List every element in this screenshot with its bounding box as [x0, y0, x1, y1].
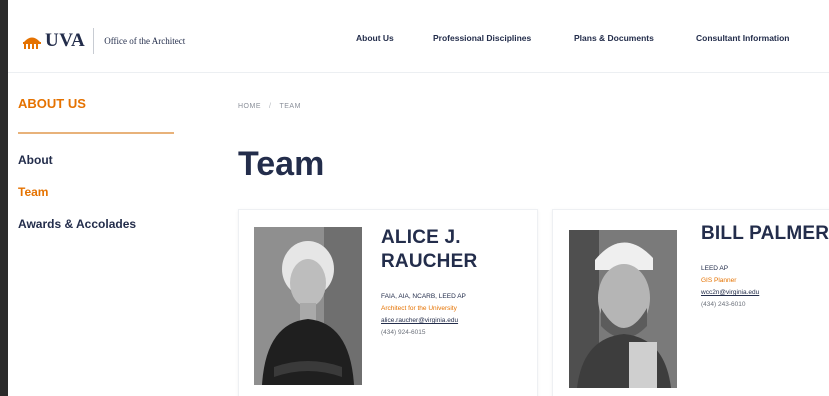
sidebar-item-team[interactable]: Team — [18, 185, 48, 199]
nav-professional-disciplines[interactable]: Professional Disciplines — [433, 33, 531, 43]
browser-viewport: UVA Office of the Architect About Us Pro… — [8, 0, 829, 396]
breadcrumb-separator: / — [269, 103, 272, 110]
sidebar-item-about[interactable]: About — [18, 153, 53, 167]
sidebar-title: ABOUT US — [18, 96, 86, 111]
nav-plans-documents[interactable]: Plans & Documents — [574, 33, 654, 43]
team-member-phone: (434) 243-6010 — [701, 301, 746, 308]
portrait-image — [254, 227, 362, 385]
team-member-email[interactable]: wcc2n@virginia.edu — [701, 289, 759, 297]
team-member-email[interactable]: alice.raucher@virginia.edu — [381, 317, 458, 325]
logo-subtitle: Office of the Architect — [104, 36, 186, 46]
uva-logo[interactable]: UVA Office of the Architect — [22, 28, 185, 54]
nav-consultant-information[interactable]: Consultant Information — [696, 33, 790, 43]
team-member-name-line1: ALICE J. — [381, 227, 461, 248]
team-member-role: GIS Planner — [701, 277, 737, 284]
team-card[interactable]: ALICE J. RAUCHER FAIA, AIA, NCARB, LEED … — [238, 209, 538, 396]
rotunda-icon — [23, 37, 41, 49]
logo-wordmark: UVA — [45, 30, 86, 51]
team-member-role: Architect for the University — [381, 305, 457, 312]
breadcrumb: HOME / TEAM — [238, 103, 301, 110]
team-member-photo — [569, 230, 677, 388]
breadcrumb-current: TEAM — [279, 103, 301, 110]
portrait-image — [569, 230, 677, 388]
team-member-phone: (434) 924-6015 — [381, 329, 426, 336]
team-member-photo — [254, 227, 362, 385]
team-member-credentials: FAIA, AIA, NCARB, LEED AP — [381, 293, 466, 300]
team-card[interactable]: BILL PALMER LEED AP GIS Planner wcc2n@vi… — [552, 209, 829, 396]
team-member-name-line2: RAUCHER — [381, 251, 478, 273]
team-member-name: BILL PALMER — [701, 223, 829, 244]
logo-divider — [93, 28, 95, 54]
breadcrumb-home[interactable]: HOME — [238, 103, 261, 110]
sidebar-divider — [18, 132, 174, 134]
nav-about-us[interactable]: About Us — [356, 33, 394, 43]
team-member-credentials: LEED AP — [701, 265, 729, 272]
team-member-name: ALICE J. RAUCHER — [381, 226, 477, 275]
site-header: UVA Office of the Architect About Us Pro… — [8, 0, 829, 73]
sidebar-item-awards[interactable]: Awards & Accolades — [18, 217, 136, 231]
page-title: Team — [238, 145, 325, 183]
